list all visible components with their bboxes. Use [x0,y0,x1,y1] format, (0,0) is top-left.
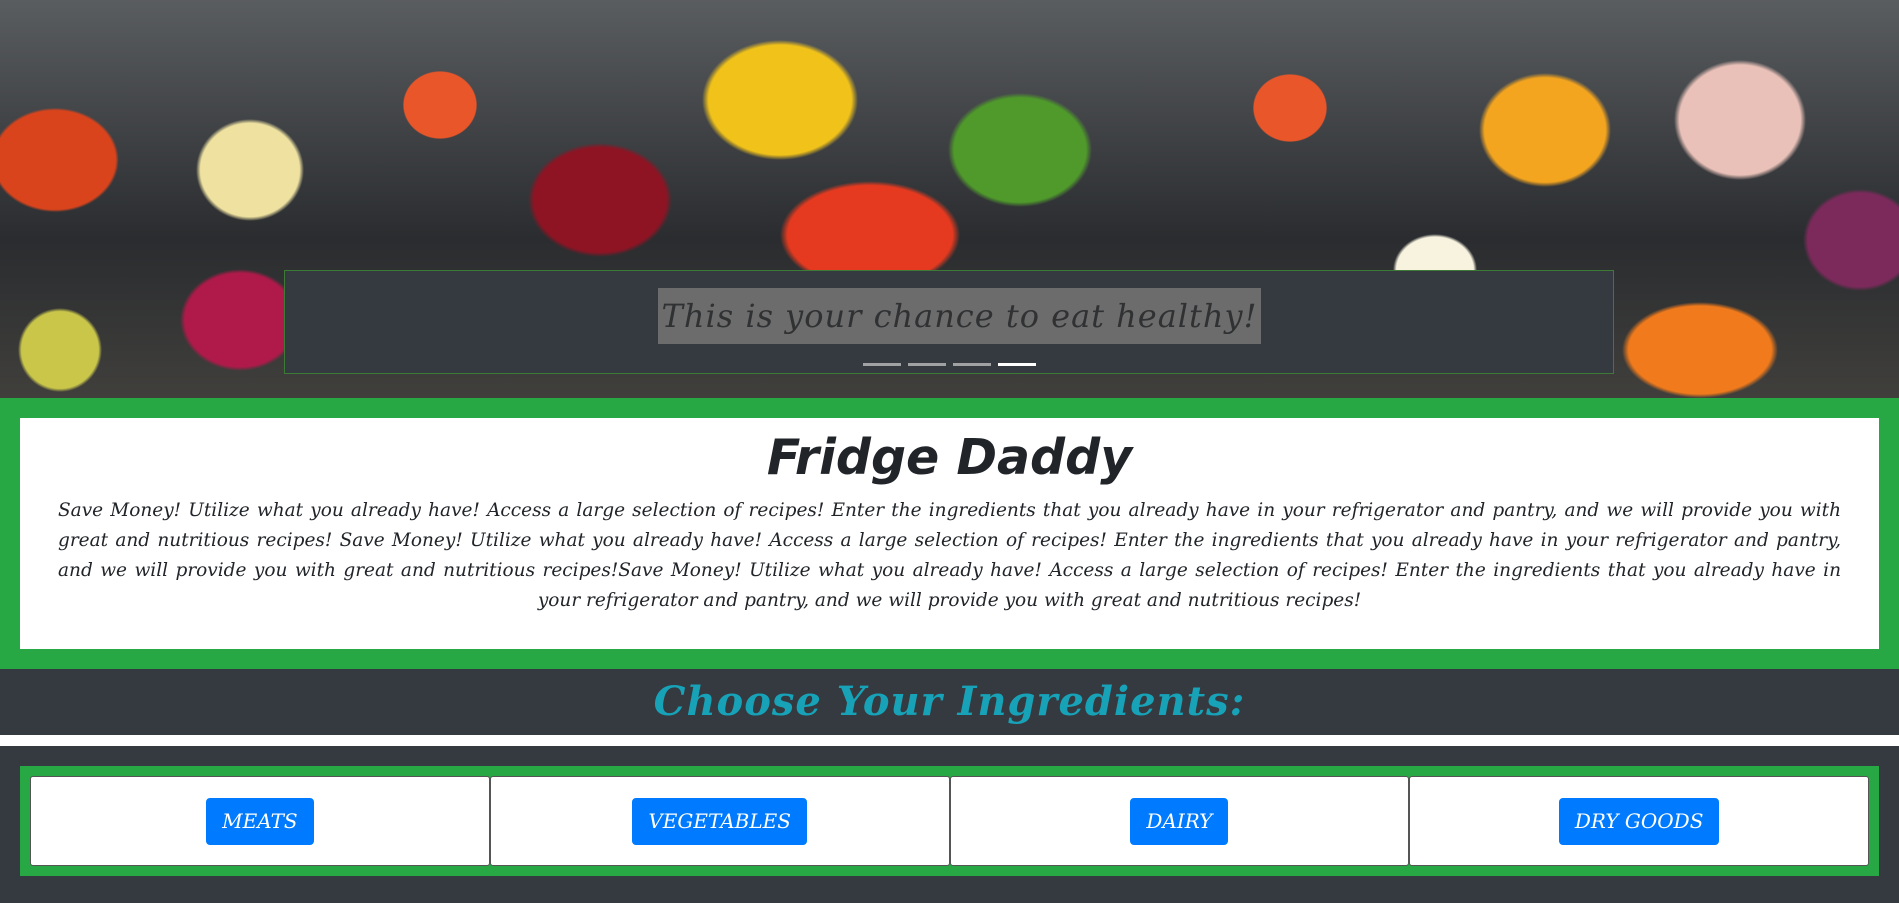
carousel-caption: This is your chance to eat healthy! [284,270,1614,374]
carousel-indicator-3[interactable] [953,363,991,366]
section-divider [0,735,1899,746]
category-card-meats: MEATS [30,776,490,866]
dairy-button[interactable]: DAIRY [1130,797,1229,845]
site-title: Fridge Daddy [766,429,1133,486]
intro-section: Fridge Daddy Save Money! Utilize what yo… [0,398,1899,669]
category-card-vegetables: VEGETABLES [489,776,950,866]
carousel-indicator-4[interactable] [998,363,1036,366]
carousel-caption-text: This is your chance to eat healthy! [658,288,1261,344]
choose-ingredients-title: Choose Your Ingredients: [653,678,1246,725]
category-card-dairy: DAIRY [949,776,1410,866]
category-section: MEATS VEGETABLES DAIRY DRY GOODS [0,746,1899,903]
category-panel: MEATS VEGETABLES DAIRY DRY GOODS [20,766,1879,876]
carousel-indicator-1[interactable] [863,363,901,366]
intro-card: Fridge Daddy Save Money! Utilize what yo… [20,418,1879,649]
category-card-dry-goods: DRY GOODS [1409,776,1869,866]
carousel-indicators [863,363,1036,366]
meats-button[interactable]: MEATS [206,797,314,845]
choose-ingredients-header: Choose Your Ingredients: [0,669,1899,735]
carousel-indicator-2[interactable] [908,363,946,366]
intro-description: Save Money! Utilize what you already hav… [58,500,1841,611]
vegetables-button[interactable]: VEGETABLES [632,797,807,845]
dry-goods-button[interactable]: DRY GOODS [1558,797,1720,845]
hero-carousel: This is your chance to eat healthy! [0,0,1899,398]
